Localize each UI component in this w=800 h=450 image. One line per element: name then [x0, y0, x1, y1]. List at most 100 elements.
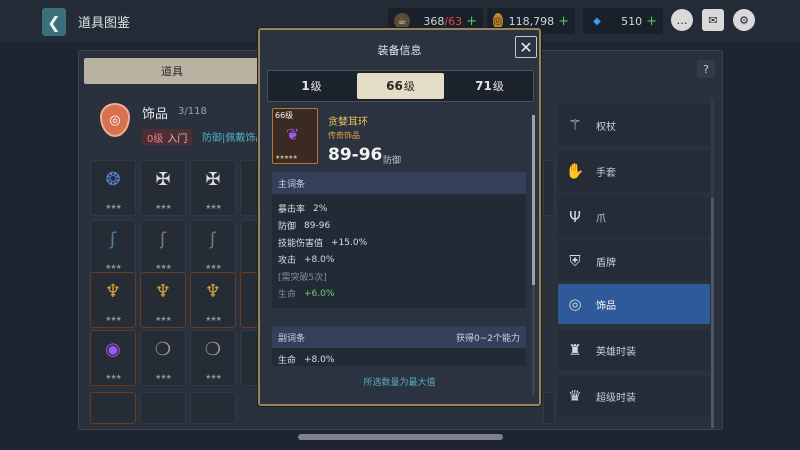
- stat-line: 生命 +6.0%: [278, 285, 520, 302]
- category-item-shield[interactable]: ⛨ 盾牌: [558, 241, 710, 281]
- item-slot[interactable]: [90, 392, 136, 424]
- item-slot[interactable]: ♆ ★★★: [140, 272, 186, 328]
- category-level-badge: 0级 入门: [142, 129, 193, 145]
- category-label: 爪: [596, 213, 606, 225]
- equipment-thumbnail: 66级 ❦ ★★★★★: [272, 108, 318, 164]
- slot-stars: ★★★: [105, 373, 122, 381]
- stat-value: +15.0%: [331, 237, 368, 248]
- modal-scrollbar-thumb[interactable]: [532, 115, 535, 285]
- tab-level-num: 71: [475, 79, 492, 93]
- stat-name: 生命: [278, 290, 297, 300]
- item-slot[interactable]: ♆ ★★★: [190, 272, 236, 328]
- energy-max: /63: [444, 14, 463, 28]
- item-slot[interactable]: [543, 392, 555, 424]
- category-label: 英雄时装: [596, 346, 636, 358]
- item-slot[interactable]: ✠ ★★★: [140, 160, 186, 216]
- item-slot[interactable]: ʃ ★★★: [90, 220, 136, 276]
- slot-stars: ★★★: [205, 263, 222, 271]
- item-slot[interactable]: ❍ ★★★: [190, 330, 236, 386]
- item-slot[interactable]: [543, 160, 555, 216]
- item-slot[interactable]: [240, 330, 258, 386]
- category-scrollbar[interactable]: [711, 98, 714, 428]
- sub-stats-range: 获得0~2个能力: [456, 333, 520, 344]
- stat-line: 技能伤害值 +15.0%: [278, 234, 520, 251]
- category-label: 盾牌: [596, 257, 616, 269]
- item-slot[interactable]: ❂ ★★★: [90, 160, 136, 216]
- add-diamond-button[interactable]: +: [646, 14, 657, 29]
- category-label: 权杖: [596, 121, 616, 133]
- item-slot[interactable]: [140, 392, 186, 424]
- stat-name: 防御: [278, 222, 297, 232]
- scrollbar-thumb[interactable]: [711, 198, 714, 428]
- category-item-claw[interactable]: Ψ爪: [558, 197, 710, 237]
- category-name: 饰品: [142, 107, 169, 122]
- close-button[interactable]: ✕: [515, 36, 537, 58]
- stat-name: 生命: [278, 356, 297, 366]
- tab-items[interactable]: 道具: [84, 58, 260, 84]
- back-button[interactable]: ❮: [42, 8, 66, 36]
- category-item-super-costume[interactable]: ♛ 超级时装: [558, 376, 710, 416]
- tab-level-1[interactable]: 1级: [268, 71, 355, 101]
- slot-stars: ★★★: [105, 203, 122, 211]
- equipment-defense-label: 防御: [383, 156, 402, 166]
- tab-level-66[interactable]: 66 级: [357, 73, 444, 99]
- category-item-wand[interactable]: ⚚ 权杖: [558, 105, 710, 145]
- earring-icon: ʃ: [159, 229, 167, 250]
- mail-button[interactable]: ✉: [702, 9, 724, 31]
- slot-stars: ★★★: [205, 315, 222, 323]
- category-header: ◎ 饰品 3/118 0级 入门 防御|佩戴饰品后: [92, 95, 275, 155]
- resource-diamond: ◆ 510 +: [583, 8, 663, 34]
- stat-requirement: [需突破5次]: [278, 268, 520, 285]
- item-slot[interactable]: ◉ ★★★: [90, 330, 136, 386]
- tab-level-unit: 级: [310, 80, 322, 93]
- slot-stars: ★★★: [205, 373, 222, 381]
- tab-level-unit: 级: [492, 80, 504, 93]
- main-stats-section: 主词条 暴击率 2% 防御 89-96 技能伤害值 +15.0% 攻击 +8.0% [需…: [272, 172, 526, 308]
- item-slot[interactable]: ʃ ★★★: [140, 220, 186, 276]
- tab-level-unit: 级: [403, 80, 415, 93]
- add-gold-button[interactable]: +: [558, 14, 569, 29]
- earring-icon: ʃ: [209, 229, 217, 250]
- shield-icon: ⛨: [569, 252, 581, 270]
- footer-note: 所选数量为最大值: [363, 378, 436, 388]
- item-slot[interactable]: ʃ ★★★: [190, 220, 236, 276]
- tab-level-71[interactable]: 71 级: [446, 71, 533, 101]
- amulet-icon: ♆: [104, 281, 122, 302]
- help-button[interactable]: ?: [697, 60, 715, 78]
- stat-value: +6.0%: [304, 288, 335, 299]
- item-slot[interactable]: ✠ ★★★: [190, 160, 236, 216]
- category-item-hero-costume[interactable]: ♜ 英雄时装: [558, 330, 710, 370]
- item-slot[interactable]: ❍ ★★★: [140, 330, 186, 386]
- stat-requirement-text: [需突破5次]: [278, 273, 327, 283]
- modal-scrollbar[interactable]: [532, 115, 535, 395]
- cross-icon: ✠: [205, 169, 221, 190]
- category-item-glove[interactable]: ✋ 手套: [558, 151, 710, 191]
- item-slot[interactable]: ♆ ★★★: [90, 272, 136, 328]
- slot-stars: ★★★: [155, 315, 172, 323]
- amulet-icon: ♆: [204, 281, 222, 302]
- chat-icon: …: [676, 13, 688, 27]
- stat-value: 2%: [313, 203, 328, 214]
- wand-icon: ⚚: [568, 116, 582, 134]
- category-item-accessory[interactable]: ◎ 饰品: [558, 284, 710, 324]
- item-slot[interactable]: [240, 160, 258, 216]
- chat-button[interactable]: …: [671, 9, 693, 31]
- stat-line: 攻击 +8.0%: [278, 251, 520, 268]
- coffee-icon: ☕: [394, 13, 410, 29]
- add-energy-button[interactable]: +: [466, 14, 477, 29]
- necklace-icon: ❍: [204, 339, 222, 360]
- item-slot[interactable]: [240, 220, 258, 276]
- stat-line: 防御 89-96: [278, 217, 520, 234]
- settings-button[interactable]: ⚙: [733, 9, 755, 31]
- sub-stats-section: 副词条 获得0~2个能力 生命 +8.0%: [272, 326, 526, 366]
- equipment-defense-range: 89-96: [328, 145, 383, 165]
- stat-name: 攻击: [278, 256, 297, 266]
- slot-stars: ★★★: [105, 315, 122, 323]
- mail-icon: ✉: [708, 13, 718, 27]
- level-text: 入门: [167, 133, 188, 145]
- diamond-value: 510: [621, 14, 643, 28]
- item-slot[interactable]: [190, 392, 236, 424]
- home-indicator[interactable]: [298, 434, 503, 440]
- item-slot[interactable]: [240, 272, 258, 328]
- tab-level-num: 1: [301, 79, 310, 93]
